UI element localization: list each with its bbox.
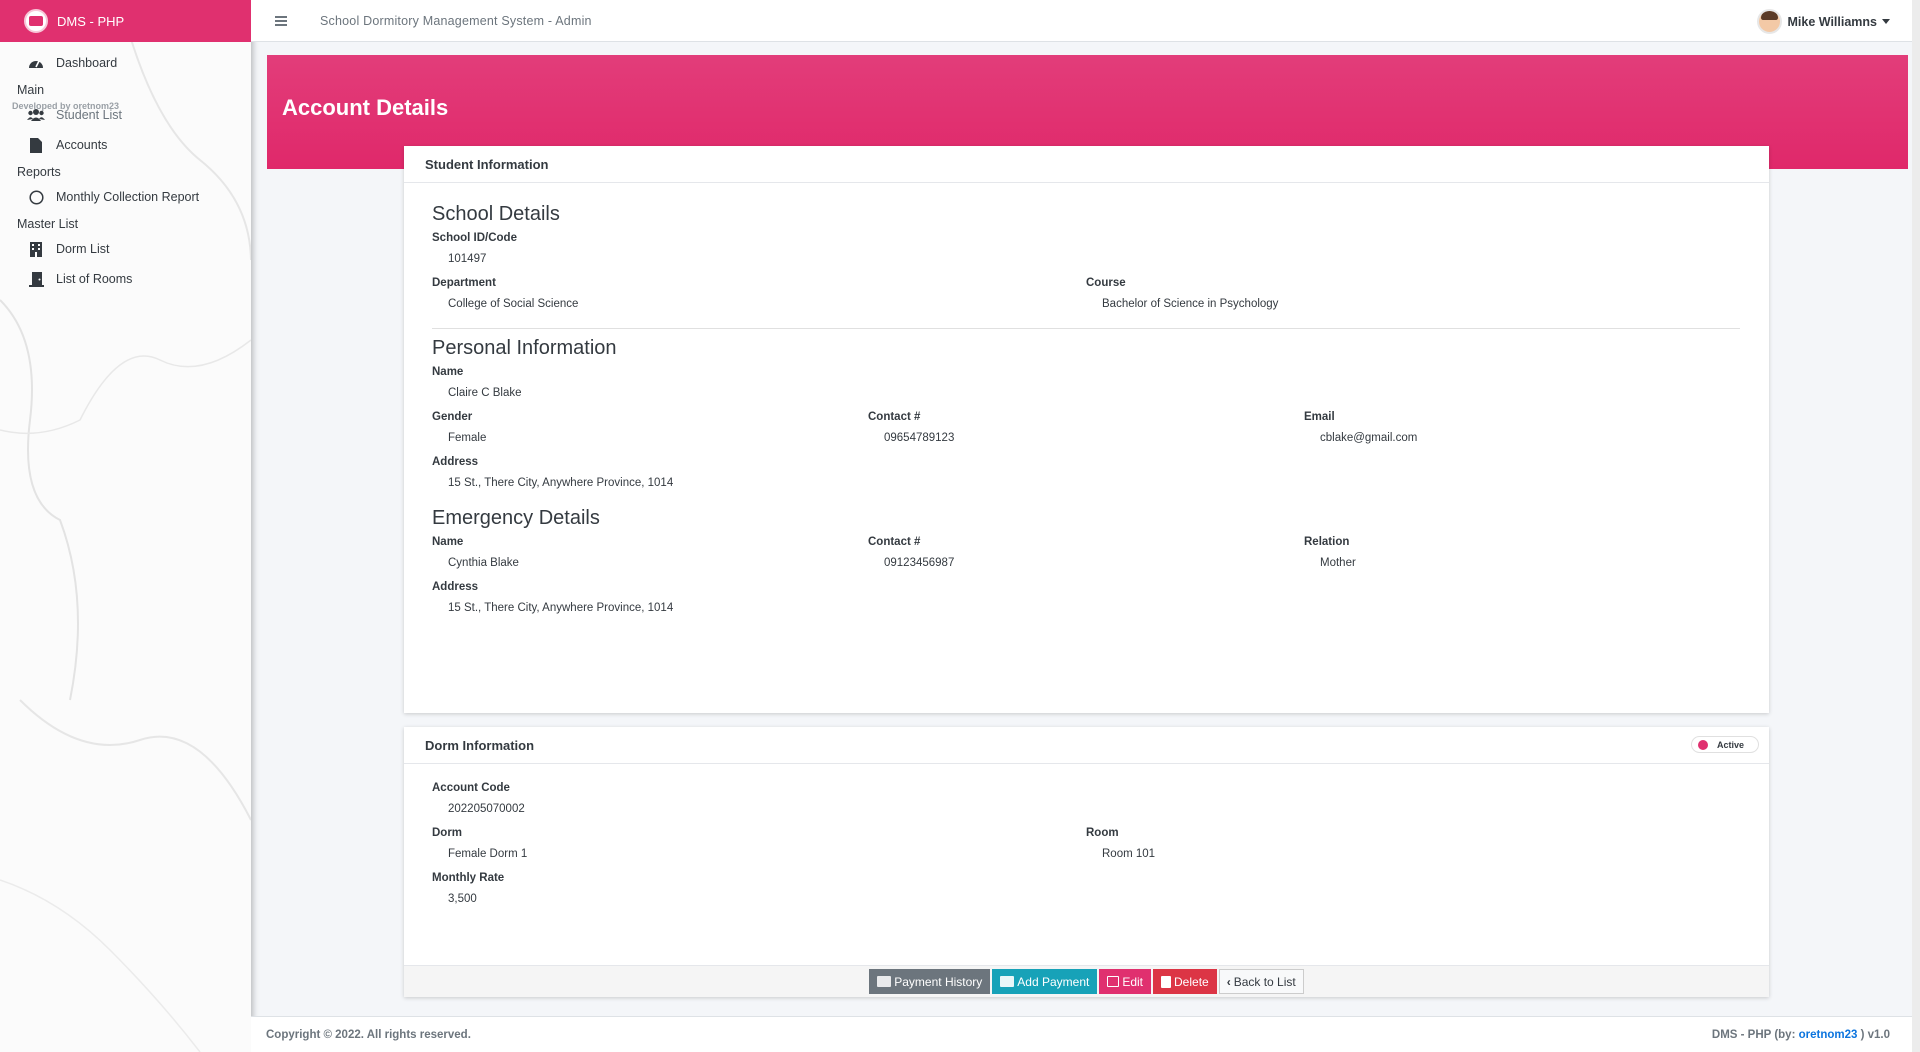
avatar [1756,9,1782,34]
user-name: Mike Williamns [1787,14,1878,29]
divider [432,328,1740,329]
trash-icon [1161,975,1172,988]
hamburger-menu-icon[interactable] [275,15,287,26]
button-label: Add Payment [1017,974,1090,989]
address-label: Address [432,456,479,468]
sidebar-item-label: Accounts [56,138,108,152]
button-label: Delete [1174,974,1209,989]
footer-credit-prefix: DMS - PHP (by: [1711,1028,1799,1041]
section-title-personal: Personal Information [432,337,617,359]
chevron-left-icon: ‹ [1226,974,1231,989]
sidebar-item-monthly-report[interactable]: Monthly Collection Report [0,182,251,212]
emergency-name-value: Cynthia Blake [448,557,519,569]
course-value: Bachelor of Science in Psychology [1102,298,1279,310]
footer-credit-suffix: ) v1.0 [1857,1028,1890,1041]
file-icon [27,137,45,153]
monthly-rate-value: 3,500 [448,893,477,905]
emergency-relation-label: Relation [1304,536,1350,548]
footer-credit: DMS - PHP (by: oretnom23 ) v1.0 [1712,1029,1890,1041]
user-menu[interactable]: Mike Williamns [1756,9,1890,34]
scrollbar[interactable] [1912,0,1920,1052]
contact-label: Contact # [868,411,921,423]
emergency-contact-value: 09123456987 [884,557,955,569]
emergency-address-label: Address [432,581,479,593]
section-title-emergency: Emergency Details [432,507,600,529]
emergency-relation-value: Mother [1320,557,1356,569]
sidebar-item-label: Dashboard [56,56,118,70]
sidebar-item-accounts[interactable]: Accounts [0,130,251,160]
card-title: Dorm Information [425,737,535,753]
school-id-label: School ID/Code [432,232,517,244]
card-actions: Payment History Add Payment Edit Delete … [404,965,1769,997]
system-title: School Dormitory Management System - Adm… [320,13,592,28]
emergency-name-label: Name [432,536,464,548]
topbar: School Dormitory Management System - Adm… [251,0,1920,42]
edit-button[interactable]: Edit [1099,969,1152,994]
sidebar-item-dashboard[interactable]: Dashboard [0,48,251,78]
sidebar-item-label: List of Rooms [56,272,133,286]
sidebar-item-label: Monthly Collection Report [56,190,200,204]
author-link[interactable]: oretnom23 [1799,1029,1858,1041]
copyright: Copyright © 2022. All rights reserved. [266,1028,471,1041]
sidebar-nav: Dashboard Main Student List Accounts Rep… [0,42,251,294]
contact-value: 09654789123 [884,432,955,444]
door-icon [27,271,45,287]
dorm-info-card: Dorm Information Active Account Code 202… [404,727,1769,997]
page-title: Account Details [282,95,449,120]
edit-icon [1107,976,1120,987]
brand[interactable]: DMS - PHP [0,0,251,42]
room-label: Room [1086,827,1119,839]
nav-header-master: Master List [17,217,79,231]
account-code-label: Account Code [432,782,510,794]
payment-history-button[interactable]: Payment History [869,969,991,994]
nav-header-main: Main [17,83,45,97]
nav-header-reports: Reports [17,165,61,179]
department-label: Department [432,277,496,289]
email-label: Email [1304,411,1335,423]
button-label: Back to List [1233,974,1296,989]
card-title: Student Information [404,146,1769,183]
brand-name: DMS - PHP [57,13,125,29]
card-header: Dorm Information Active [404,727,1769,764]
address-value: 15 St., There City, Anywhere Province, 1… [448,477,674,489]
credit-card-icon [1000,976,1015,987]
button-label: Payment History [894,974,983,989]
status-text: Active [1716,739,1744,750]
delete-button[interactable]: Delete [1153,969,1217,994]
circle-icon [27,189,45,205]
building-icon [27,241,45,257]
sidebar: DMS - PHP Dashboard Main Student List Ac… [0,0,251,1052]
email-value: cblake@gmail.com [1320,432,1418,444]
sidebar-item-rooms-list[interactable]: List of Rooms [0,264,251,294]
account-code-value: 202205070002 [448,803,525,815]
status-dot-icon [1697,739,1708,750]
status-badge: Active [1690,736,1759,753]
add-payment-button[interactable]: Add Payment [992,969,1098,994]
tachometer-icon [27,55,45,71]
section-title-school: School Details [432,203,560,225]
name-label: Name [432,366,464,378]
button-label: Edit [1122,974,1144,989]
emergency-address-value: 15 St., There City, Anywhere Province, 1… [448,602,674,614]
dorm-value: Female Dorm 1 [448,848,528,860]
room-value: Room 101 [1102,848,1156,860]
emergency-contact-label: Contact # [868,536,921,548]
student-info-card: Student Information School Details Schoo… [404,146,1769,713]
gender-label: Gender [432,411,473,423]
history-icon [877,976,892,987]
name-value: Claire C Blake [448,387,522,399]
footer: Copyright © 2022. All rights reserved. D… [251,1016,1912,1052]
sidebar-item-label: Dorm List [56,242,110,256]
department-value: College of Social Science [448,298,579,310]
sidebar-item-dorm-list[interactable]: Dorm List [0,234,251,264]
course-label: Course [1086,277,1126,289]
developer-credit: Developed by oretnom23 [12,101,120,111]
dorm-label: Dorm [432,827,463,839]
school-id-value: 101497 [448,253,487,265]
monthly-rate-label: Monthly Rate [432,872,505,884]
caret-down-icon [1882,19,1890,24]
logo-icon [24,9,48,33]
back-to-list-button[interactable]: ‹ Back to List [1218,969,1304,994]
gender-value: Female [448,432,487,444]
